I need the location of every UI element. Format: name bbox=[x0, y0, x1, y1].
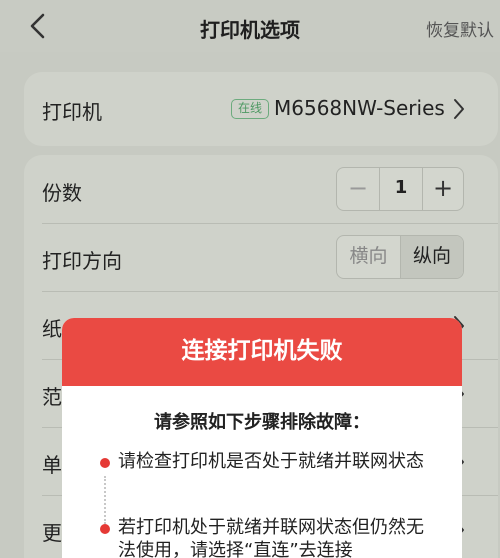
printer-label: 打印机 bbox=[42, 100, 102, 124]
duplex-label: 单 bbox=[42, 453, 62, 477]
step-item: 请检查打印机是否处于就绪并联网状态 bbox=[118, 451, 424, 472]
orientation-label: 打印方向 bbox=[42, 249, 122, 273]
copies-value: 1 bbox=[379, 168, 423, 210]
dialog-title: 连接打印机失败 bbox=[62, 318, 462, 386]
copies-stepper: − 1 + bbox=[336, 167, 464, 211]
chevron-right-icon bbox=[452, 98, 466, 120]
bullet-icon bbox=[100, 524, 110, 534]
decrement-button[interactable]: − bbox=[337, 168, 379, 210]
landscape-option[interactable]: 横向 bbox=[337, 236, 400, 278]
increment-button[interactable]: + bbox=[423, 168, 463, 210]
connection-error-dialog: 连接打印机失败 请参照如下步骤排除故障： 请检查打印机是否处于就绪并联网状态 若… bbox=[62, 318, 462, 558]
orientation-toggle: 横向 纵向 bbox=[336, 235, 464, 279]
bullet-icon bbox=[100, 458, 110, 468]
printer-card[interactable]: 打印机 在线 M6568NW-Series bbox=[24, 72, 498, 146]
online-status-badge: 在线 bbox=[231, 99, 270, 119]
dialog-subtitle: 请参照如下步骤排除故障： bbox=[154, 412, 370, 433]
orientation-row: 打印方向 横向 纵向 bbox=[24, 223, 498, 291]
page-title: 打印机选项 bbox=[200, 18, 300, 42]
range-label: 范 bbox=[42, 385, 62, 409]
portrait-option[interactable]: 纵向 bbox=[400, 236, 463, 278]
top-bar: 打印机选项 恢复默认 bbox=[0, 0, 500, 52]
reset-default-button[interactable]: 恢复默认 bbox=[426, 16, 494, 41]
copies-row: 份数 − 1 + bbox=[24, 155, 498, 223]
step-connector bbox=[104, 476, 106, 524]
printer-name: M6568NW-Series bbox=[274, 96, 445, 120]
copies-label: 份数 bbox=[42, 181, 82, 205]
more-label: 更 bbox=[42, 521, 62, 545]
step-item: 若打印机处于就绪并联网状态但仍然无法使用，请选择“直连”去连接 bbox=[118, 517, 424, 558]
paper-label: 纸 bbox=[42, 317, 62, 341]
